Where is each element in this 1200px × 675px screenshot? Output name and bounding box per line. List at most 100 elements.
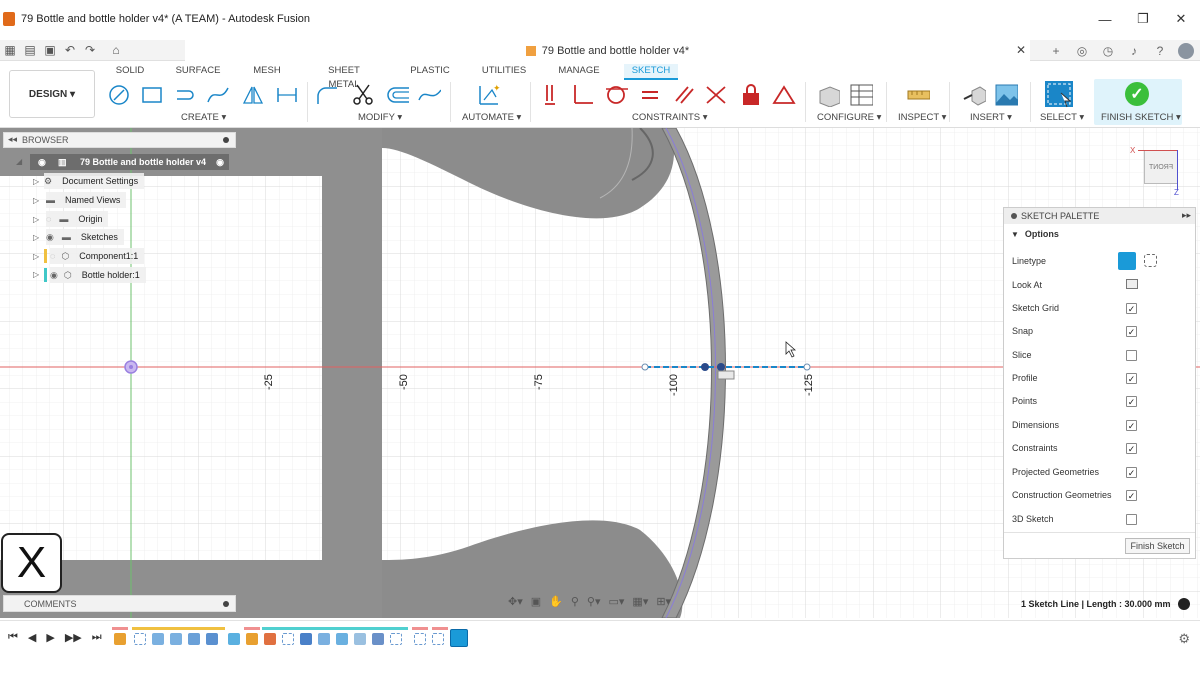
go-to-end-icon[interactable]: ⏭ (92, 631, 102, 644)
palette-options-section[interactable]: ▼ Options (1004, 224, 1195, 244)
eye-hidden-icon[interactable]: ◌ (50, 251, 55, 261)
browser-item-bottle-holder[interactable]: ◉ ⬡ Bottle holder:1 (50, 267, 146, 283)
timeline-sketch-icon[interactable] (432, 633, 444, 645)
centerline-linetype-icon[interactable] (1144, 254, 1157, 267)
expand-triangle-icon[interactable]: ◢ (16, 157, 22, 166)
timeline-sketch-icon[interactable] (414, 633, 426, 645)
timeline-settings-icon[interactable]: ⚙ (1178, 631, 1190, 647)
palette-expand-icon[interactable]: ▸▸ (1182, 210, 1191, 221)
view-cube[interactable]: FRONT (1144, 150, 1178, 184)
eye-hidden-icon[interactable]: ◌ (46, 214, 51, 224)
timeline-sketch-icon[interactable] (134, 633, 146, 645)
timeline-sketch-icon[interactable] (282, 633, 294, 645)
snap-checkbox[interactable]: ✓ (1126, 325, 1137, 337)
finish-sketch-button[interactable]: ✓ FINISH SKETCH ▾ (1094, 79, 1182, 125)
constraints-checkbox[interactable]: ✓ (1126, 442, 1137, 454)
dimension-tool-icon[interactable] (275, 82, 299, 108)
tab-mesh[interactable]: MESH (252, 64, 282, 80)
comments-pin-icon[interactable] (223, 601, 229, 607)
look-at-icon[interactable] (1126, 279, 1138, 289)
undo-icon[interactable]: ↶ (60, 43, 80, 57)
expand-icon[interactable]: ▷ (33, 252, 39, 261)
tab-utilities[interactable]: UTILITIES (480, 64, 528, 80)
viewports-icon[interactable]: ⊞▾ (656, 595, 671, 611)
tab-solid[interactable]: SOLID (114, 64, 146, 80)
trim-tool-icon[interactable] (351, 82, 375, 108)
timeline-feature-icon[interactable] (228, 633, 240, 645)
tab-sketch[interactable]: SKETCH (624, 64, 678, 80)
timeline-feature-icon[interactable] (246, 633, 258, 645)
look-at-nav-icon[interactable]: ▣ (531, 595, 541, 611)
construction-geometries-checkbox[interactable]: ✓ (1126, 489, 1137, 501)
auto-dimension-icon[interactable]: ✦ (476, 82, 500, 108)
coincident-constraint-icon[interactable] (540, 82, 564, 108)
timeline-feature-icon[interactable] (188, 633, 200, 645)
play-icon[interactable]: ▶ (46, 631, 54, 644)
eye-icon[interactable]: ◉ (50, 270, 58, 281)
timeline-feature-icon[interactable] (318, 633, 330, 645)
comments-panel-header[interactable]: COMMENTS (3, 595, 236, 612)
measure-icon[interactable] (906, 82, 930, 108)
select-tool-icon[interactable] (1043, 79, 1079, 111)
perpendicular-constraint-icon[interactable] (571, 82, 595, 108)
save-icon[interactable]: ▣ (40, 43, 60, 57)
modify-menu[interactable]: MODIFY ▾ (358, 112, 402, 123)
expand-icon[interactable]: ▷ (33, 177, 39, 186)
timeline-feature-icon[interactable] (264, 633, 276, 645)
display-settings-icon[interactable]: ▭▾ (609, 595, 625, 611)
tab-manage[interactable]: MANAGE (556, 64, 602, 80)
insert-menu[interactable]: INSERT ▾ (970, 112, 1012, 123)
3d-sketch-checkbox[interactable] (1126, 513, 1137, 525)
document-tab[interactable]: 79 Bottle and bottle holder v4* ✕ (185, 40, 1030, 61)
timeline-feature-icon[interactable] (354, 633, 366, 645)
equal-constraint-icon[interactable] (638, 82, 662, 108)
constraints-menu[interactable]: CONSTRAINTS ▾ (632, 112, 708, 123)
offset-tool-icon[interactable] (385, 82, 409, 108)
home-icon[interactable]: ⌂ (106, 43, 126, 57)
line-tool-icon[interactable] (107, 82, 131, 108)
points-checkbox[interactable]: ✓ (1126, 395, 1137, 407)
timeline-feature-icon[interactable] (300, 633, 312, 645)
profile-checkbox[interactable]: ✓ (1126, 372, 1137, 384)
timeline-feature-icon[interactable] (170, 633, 182, 645)
new-tab-icon[interactable]: + (1048, 44, 1064, 58)
palette-pin-icon[interactable] (1011, 213, 1017, 219)
activate-radio-icon[interactable]: ◉ (216, 157, 224, 168)
orbit-icon[interactable]: ✥▾ (508, 595, 523, 611)
help-icon[interactable]: ? (1152, 44, 1168, 58)
parallel-constraint-icon[interactable] (672, 82, 696, 108)
browser-item-document-settings[interactable]: ⚙ Document Settings (44, 173, 145, 189)
automate-menu[interactable]: AUTOMATE ▾ (462, 112, 521, 123)
expand-icon[interactable]: ▷ (33, 196, 39, 205)
rectangle-tool-icon[interactable] (140, 82, 164, 108)
slice-checkbox[interactable] (1126, 349, 1137, 361)
step-back-icon[interactable]: ◀ (28, 631, 36, 644)
timeline-feature-icon[interactable] (206, 633, 218, 645)
browser-item-named-views[interactable]: ▬ Named Views (46, 192, 127, 208)
redo-icon[interactable]: ↷ (80, 43, 100, 57)
triangle-constraint-icon[interactable] (772, 82, 796, 108)
timeline-sketch-icon[interactable] (390, 633, 402, 645)
insert-image-icon[interactable] (994, 82, 1018, 108)
extensions-icon[interactable]: ◎ (1074, 44, 1090, 58)
zoom-icon[interactable]: ⚲ (571, 595, 579, 611)
slot-tool-icon[interactable] (173, 82, 197, 108)
close-tab-icon[interactable]: ✕ (1016, 43, 1026, 57)
browser-panel-header[interactable]: ◂◂ BROWSER (3, 132, 236, 148)
fillet-tool-icon[interactable] (315, 82, 339, 108)
notifications-icon[interactable]: ♪ (1126, 44, 1142, 58)
workspace-switcher[interactable]: DESIGN ▾ (9, 70, 95, 118)
tab-surface[interactable]: SURFACE (174, 64, 222, 80)
go-to-start-icon[interactable]: ⏮ (8, 631, 18, 644)
construction-linetype-icon[interactable] (1118, 252, 1136, 270)
timeline-active-sketch-icon[interactable] (450, 629, 468, 647)
eye-icon[interactable]: ◉ (38, 157, 46, 168)
collapse-arrow-icon[interactable]: ◂◂ (8, 134, 17, 145)
tangent-constraint-icon[interactable] (604, 82, 628, 108)
browser-item-sketches[interactable]: ◉ ▬ Sketches (46, 229, 124, 245)
maximize-button[interactable]: ❐ (1124, 0, 1162, 38)
inspect-menu[interactable]: INSPECT ▾ (898, 112, 946, 123)
timeline-feature-icon[interactable] (152, 633, 164, 645)
status-indicator-icon[interactable] (1178, 598, 1190, 610)
projected-geometries-checkbox[interactable]: ✓ (1126, 466, 1137, 478)
